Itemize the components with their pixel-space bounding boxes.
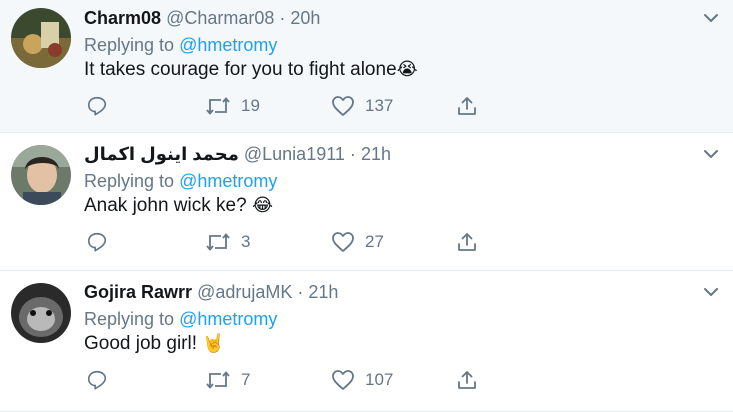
chevron-down-icon[interactable]	[702, 9, 720, 27]
reply-icon	[86, 231, 108, 253]
user-handle[interactable]: @adrujaMK	[197, 282, 292, 302]
retweet-button[interactable]: 3	[205, 230, 250, 254]
separator-dot: ·	[279, 8, 286, 28]
replying-to-label: Replying to	[84, 171, 175, 191]
separator-dot: ·	[297, 282, 304, 302]
heart-icon	[331, 231, 355, 253]
tweet-text-body: Anak john wick ke?	[84, 195, 247, 216]
share-icon	[456, 231, 478, 253]
user-handle[interactable]: @Lunia1911	[244, 144, 345, 164]
heart-icon	[331, 369, 355, 391]
heart-icon	[331, 95, 355, 117]
replying-to-label: Replying to	[84, 309, 175, 329]
avatar[interactable]	[11, 145, 71, 205]
tweet[interactable]: Charm08 @Charmar08 · 20h Replying to @hm…	[0, 0, 733, 133]
laughing-emoji: 😂	[251, 195, 273, 216]
like-count: 137	[365, 96, 394, 115]
tweet-text: Good job girl! 🤘	[84, 332, 225, 356]
retweet-icon	[205, 231, 231, 253]
replying-to-line: Replying to @hmetromy	[84, 169, 277, 193]
tweet-text-body: Good job girl!	[84, 333, 198, 354]
tweet-text-body: It takes courage for you to fight alone	[84, 59, 397, 80]
replying-to-link[interactable]: @hmetromy	[179, 35, 277, 55]
timestamp[interactable]: 20h	[290, 8, 320, 28]
like-button[interactable]: 27	[331, 230, 384, 254]
avatar[interactable]	[11, 283, 71, 343]
tweet-header: Charm08 @Charmar08 · 20h	[84, 6, 320, 30]
share-icon	[456, 95, 478, 117]
retweet-count: 3	[241, 232, 251, 251]
retweet-count: 7	[241, 370, 251, 389]
tweet-text: Anak john wick ke? 😂	[84, 194, 273, 218]
like-count: 107	[365, 370, 394, 389]
avatar[interactable]	[11, 8, 71, 68]
retweet-button[interactable]: 19	[205, 94, 260, 118]
timestamp[interactable]: 21h	[361, 144, 391, 164]
share-button[interactable]	[456, 368, 478, 392]
rock-on-emoji: 🤘	[202, 333, 225, 354]
share-icon	[456, 369, 478, 391]
user-handle[interactable]: @Charmar08	[166, 8, 274, 28]
display-name[interactable]: محمد اينول اكمال	[84, 144, 239, 164]
replying-to-line: Replying to @hmetromy	[84, 33, 277, 57]
display-name[interactable]: Charm08	[84, 8, 161, 28]
reply-icon	[86, 369, 108, 391]
share-button[interactable]	[456, 230, 478, 254]
like-button[interactable]: 137	[331, 94, 393, 118]
replying-to-label: Replying to	[84, 35, 175, 55]
timestamp[interactable]: 21h	[308, 282, 338, 302]
like-button[interactable]: 107	[331, 368, 393, 392]
reply-button[interactable]	[86, 368, 108, 392]
reply-button[interactable]	[86, 94, 108, 118]
tweet[interactable]: Gojira Rawrr @adrujaMK · 21h Replying to…	[0, 271, 733, 412]
display-name[interactable]: Gojira Rawrr	[84, 282, 192, 302]
tweet-header: Gojira Rawrr @adrujaMK · 21h	[84, 280, 338, 304]
replying-to-link[interactable]: @hmetromy	[179, 171, 277, 191]
retweet-icon	[205, 369, 231, 391]
tweet-actions: 3 27	[84, 230, 484, 254]
tweet-actions: 7 107	[84, 368, 484, 392]
chevron-down-icon[interactable]	[702, 283, 720, 301]
chevron-down-icon[interactable]	[702, 145, 720, 163]
like-count: 27	[365, 232, 384, 251]
retweet-button[interactable]: 7	[205, 368, 250, 392]
tweet-actions: 19 137	[84, 94, 484, 118]
replying-to-link[interactable]: @hmetromy	[179, 309, 277, 329]
reply-icon	[86, 95, 108, 117]
tweet-header: محمد اينول اكمال @Lunia1911 · 21h	[84, 142, 391, 166]
replying-to-line: Replying to @hmetromy	[84, 307, 277, 331]
crying-emoji: 😭	[396, 59, 418, 80]
share-button[interactable]	[456, 94, 478, 118]
retweet-count: 19	[241, 96, 260, 115]
separator-dot: ·	[349, 144, 356, 164]
reply-button[interactable]	[86, 230, 108, 254]
retweet-icon	[205, 95, 231, 117]
tweet-text: It takes courage for you to fight alone😭	[84, 58, 418, 82]
tweet[interactable]: محمد اينول اكمال @Lunia1911 · 21h Replyi…	[0, 133, 733, 271]
